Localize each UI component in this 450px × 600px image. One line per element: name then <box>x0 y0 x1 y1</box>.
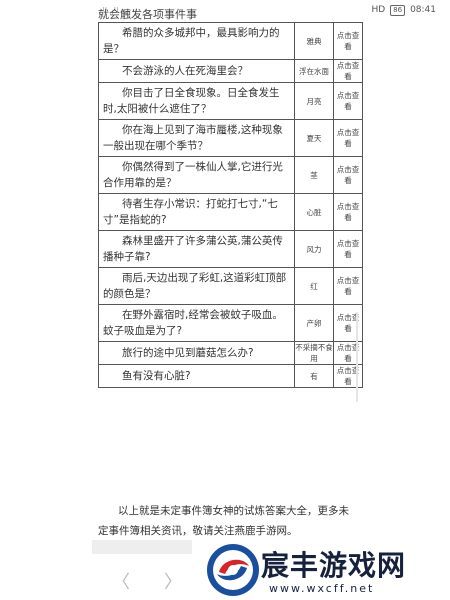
question-cell: 你在海上见到了海市蜃楼,这种现象一般出现在哪个季节？ <box>98 119 295 157</box>
placeholder-bar <box>92 540 192 554</box>
question-cell: 鱼有没有心脏? <box>98 364 295 388</box>
view-link[interactable]: 点击查看 <box>333 119 363 157</box>
answer-cell: 心脏 <box>294 193 334 231</box>
logo-brand: 宸丰游戏网 <box>261 549 407 582</box>
watermark-logo: 宸丰游戏网 www.wxcff.net <box>205 540 445 600</box>
clipped-text: 就会触发各项事件事 <box>98 8 197 20</box>
answer-cell: 茎 <box>294 156 334 194</box>
table-row: 鱼有没有心脏? 有点击查看 <box>98 364 363 388</box>
footer-paragraph: 以上就是未定事件簿女神的试炼答案大全，更多未定事件簿相关资讯，敬请关注燕鹿手游网… <box>98 504 349 537</box>
question-cell: 森林里盛开了许多蒲公英,蒲公英传播种子靠? <box>98 230 295 268</box>
question-cell: 旅行的途中见到蘑菇怎么办? <box>98 341 295 365</box>
status-time: 08:41 <box>410 5 436 15</box>
table-row: 你目击了日全食现象。日全食发生时,太阳被什么遮住了？ 月亮 点击查看 <box>98 82 363 120</box>
question-cell: 不会游泳的人在死海里会？ <box>98 59 295 83</box>
table-row: 在野外露宿时,经常会被蚊子吸血。蚊子吸血是为了? 产卵 点击查看 <box>98 304 363 342</box>
view-link[interactable]: 点击查看 <box>333 230 363 268</box>
answer-cell: 风力 <box>294 230 334 268</box>
answer-cell: 产卵 <box>294 304 334 342</box>
question-cell: 待者生存小常识：打蛇打七寸,“七寸”是指蛇的? <box>98 193 295 231</box>
answer-table: 希腊的众多城邦中，最具影响力的是？ 雅典 点击查看 不会游泳的人在死海里会？ 浮在水面点… <box>98 22 363 388</box>
table-row: 雨后,天边出现了彩虹,这道彩虹顶部的颜色是？红点击查看 <box>98 267 363 305</box>
answer-cell: 夏天 <box>294 119 334 157</box>
question-cell: 你偶然得到了一株仙人掌,它进行光合作用靠的是？ <box>98 156 295 194</box>
answer-cell: 月亮 <box>294 82 334 120</box>
table-row: 待者生存小常识：打蛇打七寸,“七寸”是指蛇的? 心脏 点击查看 <box>98 193 363 231</box>
view-link[interactable]: 点击查看 <box>333 156 363 194</box>
question-cell: 雨后,天边出现了彩虹,这道彩虹顶部的颜色是？ <box>98 267 295 305</box>
view-link[interactable]: 点击查看 <box>333 82 363 120</box>
answer-cell: 红 <box>294 267 334 305</box>
answer-cell: 有 <box>294 364 334 388</box>
view-link[interactable]: 点击查看 <box>333 59 363 83</box>
answer-cell: 雅典 <box>294 22 334 60</box>
view-link[interactable]: 点击查看 <box>333 267 363 305</box>
battery-icon: 86 <box>390 4 406 16</box>
table-row: 森林里盛开了许多蒲公英,蒲公英传播种子靠? 风力 点击查看 <box>98 230 363 268</box>
answer-cell: 浮在水面 <box>294 59 334 83</box>
question-cell: 你目击了日全食现象。日全食发生时,太阳被什么遮住了？ <box>98 82 295 120</box>
answer-cell: 不采摘不食用 <box>294 341 334 365</box>
hd-indicator: HD <box>371 5 386 15</box>
question-cell: 希腊的众多城邦中，最具影响力的是？ <box>98 22 295 60</box>
view-link[interactable]: 点击查看 <box>333 364 363 388</box>
table-row: 旅行的途中见到蘑菇怎么办? 不采摘不食用 点击查看 <box>98 341 363 365</box>
view-link[interactable]: 点击查看 <box>333 304 363 342</box>
view-link[interactable]: 点击查看 <box>333 193 363 231</box>
table-row: 你在海上见到了海市蜃楼,这种现象一般出现在哪个季节？ 夏天 点击查看 <box>98 119 363 157</box>
table-row: 你偶然得到了一株仙人掌,它进行光合作用靠的是？茎点击查看 <box>98 156 363 194</box>
scrollbar[interactable] <box>356 312 358 402</box>
logo-emblem-icon <box>207 544 259 596</box>
view-link[interactable]: 点击查看 <box>333 22 363 60</box>
forward-arrow-icon[interactable]: 〉 <box>164 568 182 594</box>
view-link[interactable]: 点击查看 <box>333 341 363 365</box>
question-cell: 在野外露宿时,经常会被蚊子吸血。蚊子吸血是为了? <box>98 304 295 342</box>
table-row: 希腊的众多城邦中，最具影响力的是？ 雅典 点击查看 <box>98 22 363 60</box>
back-arrow-icon[interactable]: 〈 <box>112 568 130 594</box>
logo-url: www.wxcff.net <box>269 582 375 595</box>
table-row: 不会游泳的人在死海里会？ 浮在水面 点击查看 <box>98 59 363 83</box>
